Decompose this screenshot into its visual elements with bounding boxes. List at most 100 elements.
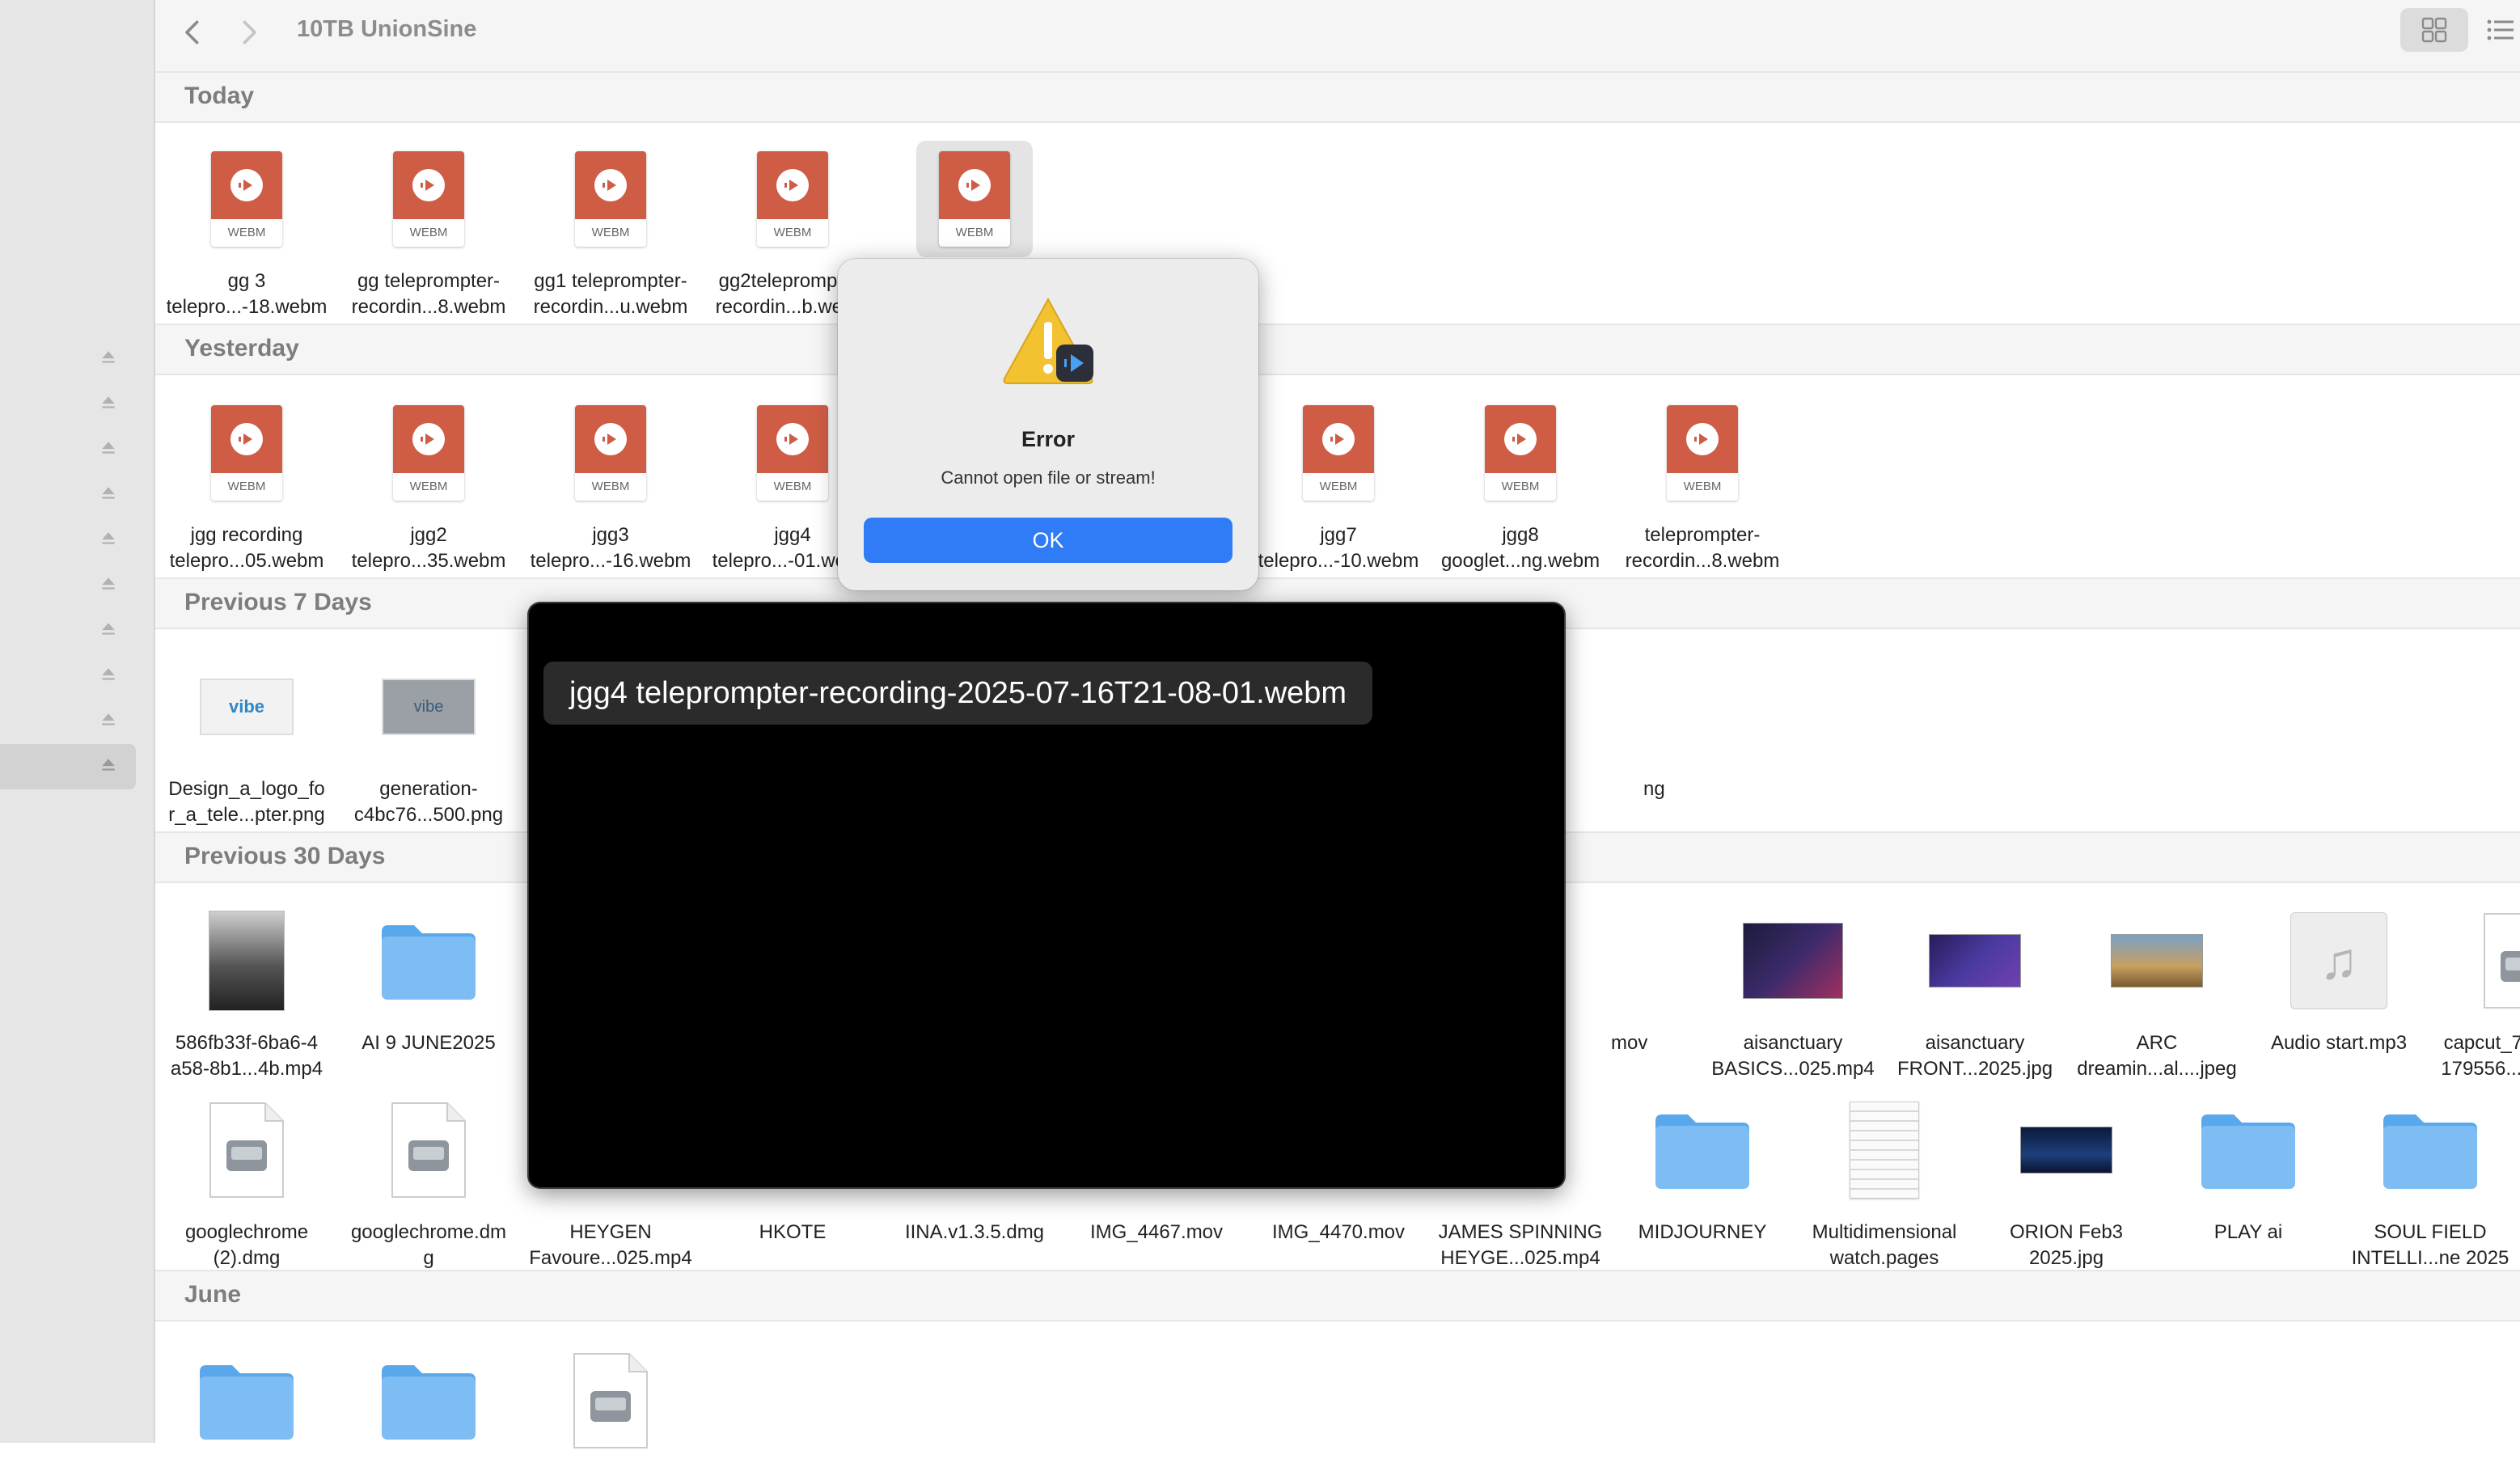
file-name: SOUL FIELD INTELLI...ne 2025 [2351,1221,2509,1269]
file-name: generation- c4bc76...500.png [353,778,504,826]
webm-file-icon: WEBM [939,151,1010,247]
file-item[interactable]: 586fb33f-6ba6-4 a58-8b1...4b.mp4 [155,903,338,1082]
music-note-icon: ♫ [2290,912,2387,1009]
file-name: HEYGEN Favoure...025.mp4 [529,1221,692,1269]
eject-icon[interactable] [89,749,128,781]
file-name: aisanctuary FRONT...2025.jpg [1896,1032,2053,1080]
eject-icon[interactable] [89,477,128,510]
section-header-yesterday: Yesterday [155,324,2520,375]
file-item[interactable]: MIDJOURNEY [1611,1092,1794,1245]
eject-icon[interactable] [89,341,128,374]
eject-icon[interactable] [89,613,128,645]
folder-icon [2383,1114,2477,1189]
disk-image-icon [573,1353,648,1448]
file-item[interactable]: WEBM gg 3 telepro...-18.webm [155,141,338,320]
file-item[interactable]: PLAY ai [2157,1092,2340,1245]
file-item[interactable]: ng [1611,649,1794,802]
eject-icon[interactable] [89,658,128,691]
folder-icon [1655,1114,1749,1189]
file-item[interactable]: WEBM jgg recording telepro...05.webm [155,395,338,574]
dialog-title: Error [1021,427,1076,451]
folder-icon [2201,1114,2295,1189]
file-item[interactable]: aisanctuary FRONT...2025.jpg [1884,903,2066,1082]
file-item[interactable]: vibe Design_a_logo_fo r_a_tele...pter.pn… [155,649,338,828]
file-item[interactable] [519,1343,702,1459]
disk-image-icon [209,1102,284,1198]
disk-image-icon [2484,913,2520,1009]
chevron-left-icon [185,20,199,44]
file-item[interactable]: SOUL FIELD INTELLI...ne 2025 [2339,1092,2520,1271]
file-name: IINA.v1.3.5.dmg [904,1221,1045,1243]
file-item[interactable]: aisanctuary BASICS...025.mp4 [1702,903,1884,1082]
chevron-right-icon [243,20,256,44]
eject-icon[interactable] [89,522,128,555]
ok-button[interactable]: OK [864,518,1233,563]
file-name: teleprompter- recordin...8.webm [1625,524,1780,572]
file-name: googlechrome.dm g [350,1221,507,1269]
file-name: googlechrome (2).dmg [184,1221,309,1269]
image-thumbnail: vibe [200,679,294,735]
file-item[interactable]: vibe generation- c4bc76...500.png [337,649,520,828]
webm-file-icon: WEBM [757,151,828,247]
file-name: AI 9 JUNE2025 [362,1032,496,1054]
file-item[interactable]: googlechrome.dm g [337,1092,520,1271]
file-item[interactable]: WEBM gg teleprompter- recordin...8.webm [337,141,520,320]
file-item[interactable]: WEBM jgg2 telepro...35.webm [337,395,520,574]
section-header-today: Today [155,71,2520,123]
file-name: ORION Feb3 2025.jpg [2009,1221,2124,1269]
file-item[interactable]: Multidimensional watch.pages [1793,1092,1976,1271]
error-dialog: Error Cannot open file or stream! OK [838,259,1258,590]
eject-icon[interactable] [89,568,128,600]
file-item[interactable] [337,1343,520,1459]
eject-icon[interactable] [89,704,128,736]
file-name: jgg3 telepro...-16.webm [530,524,691,572]
warning-icon [1003,297,1093,384]
file-item[interactable]: capcut_75128219 179556...aller.dmg [2429,903,2520,1082]
file-item[interactable]: WEBM jgg3 telepro...-16.webm [519,395,702,574]
list-view-button[interactable] [2481,8,2520,52]
disk-image-icon [391,1102,466,1198]
file-name: aisanctuary BASICS...025.mp4 [1711,1032,1875,1080]
video-thumbnail [209,911,285,1011]
webm-file-icon: WEBM [1667,405,1738,501]
webm-file-icon: WEBM [393,151,464,247]
back-button[interactable] [171,11,214,53]
file-name: JAMES SPINNING HEYGE...025.mp4 [1438,1221,1603,1269]
file-name: Audio start.mp3 [2270,1032,2408,1054]
file-item[interactable] [155,1343,338,1459]
player-title: jgg4 teleprompter-recording-2025-07-16T2… [543,662,1373,725]
video-thumbnail [1743,923,1843,999]
document-icon [1850,1102,1919,1199]
file-item[interactable]: WEBM gg1 teleprompter- recordin...u.webm [519,141,702,320]
file-name: Multidimensional watch.pages [1812,1221,1957,1269]
window-title: 10TB UnionSine [297,16,477,42]
grid-icon [2421,17,2447,43]
file-item[interactable]: WEBM jgg7 telepro...-10.webm [1247,395,1430,574]
webm-file-icon: WEBM [211,405,282,501]
file-name: jgg recording telepro...05.webm [169,524,324,572]
eject-icon[interactable] [89,387,128,419]
file-item[interactable]: ORION Feb3 2025.jpg [1975,1092,2158,1271]
file-item[interactable]: WEBM jgg8 googlet...ng.webm [1429,395,1612,574]
file-item[interactable]: ♫ Audio start.mp3 [2247,903,2430,1056]
file-item[interactable]: AI 9 JUNE2025 [337,903,520,1056]
file-name: gg 3 telepro...-18.webm [166,270,328,318]
image-thumbnail [1929,934,2021,987]
folder-icon [382,1365,476,1440]
webm-file-icon: WEBM [575,151,646,247]
video-player-window[interactable]: jgg4 teleprompter-recording-2025-07-16T2… [529,603,1564,1187]
file-name: ARC dreamin...al....jpeg [2077,1032,2237,1080]
forward-button[interactable] [228,11,270,53]
file-item[interactable]: googlechrome (2).dmg [155,1092,338,1271]
file-name: PLAY ai [2213,1221,2283,1243]
file-item-selected[interactable]: WEBM [883,141,1066,257]
file-name: capcut_75128219 179556...aller.dmg [2441,1032,2520,1080]
file-item[interactable]: WEBM teleprompter- recordin...8.webm [1611,395,1794,574]
webm-file-icon: WEBM [211,151,282,247]
file-name: jgg2 telepro...35.webm [351,524,506,572]
file-name: 586fb33f-6ba6-4 a58-8b1...4b.mp4 [170,1032,323,1080]
file-item[interactable]: ARC dreamin...al....jpeg [2065,903,2248,1082]
webm-file-icon: WEBM [1303,405,1374,501]
icon-view-button[interactable] [2400,8,2468,52]
eject-icon[interactable] [89,432,128,464]
